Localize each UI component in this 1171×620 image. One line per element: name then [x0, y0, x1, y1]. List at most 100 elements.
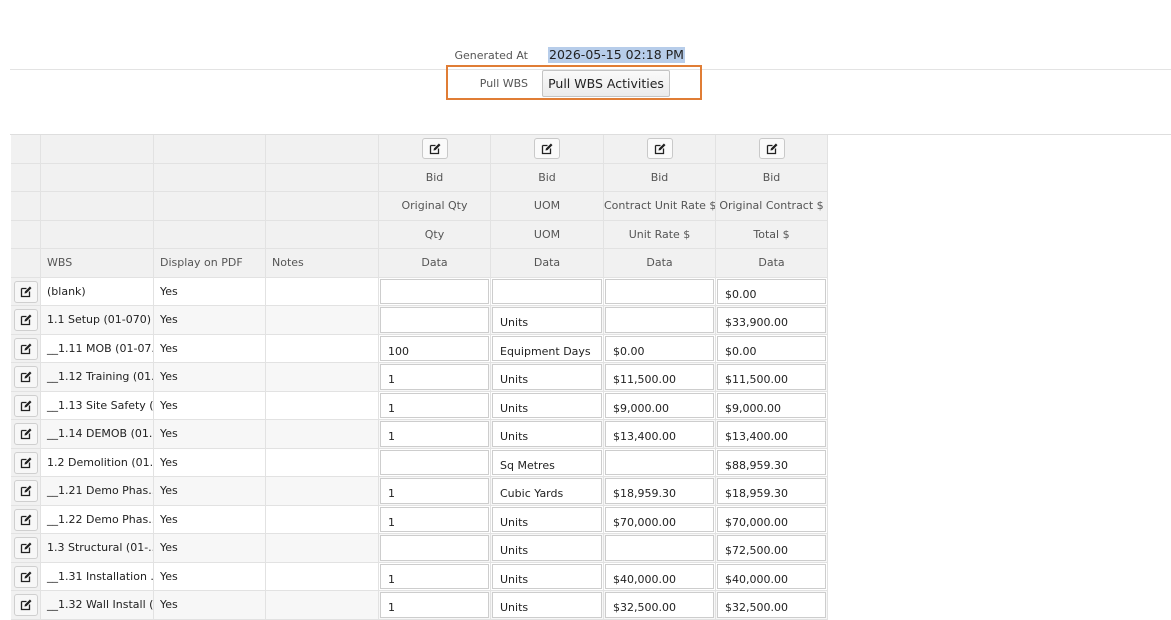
- qty-field[interactable]: 1: [380, 392, 489, 418]
- generated-at-value: 2026-05-15 02:18 PM: [548, 47, 685, 63]
- unit-rate-field[interactable]: $18,959.30: [605, 478, 714, 504]
- total-cell: $0.00: [716, 334, 828, 363]
- notes-cell: [266, 334, 379, 363]
- qty-field[interactable]: [380, 278, 489, 304]
- edit-icon: [541, 143, 553, 154]
- edit-icon: [654, 143, 665, 154]
- row-edit-cell: [11, 477, 41, 506]
- edit-icon: [20, 286, 32, 297]
- edit-column-total-button[interactable]: [758, 138, 785, 159]
- display-on-pdf-cell: Yes: [154, 277, 266, 306]
- total-field[interactable]: $11,500.00: [717, 364, 826, 390]
- qty-field[interactable]: 1: [380, 563, 489, 589]
- edit-row-button[interactable]: [14, 565, 38, 588]
- unit-rate-field[interactable]: $40,000.00: [605, 563, 714, 589]
- uom-field[interactable]: Units: [492, 364, 602, 390]
- qty-field[interactable]: 1: [380, 506, 489, 532]
- unit-rate-field[interactable]: $32,500.00: [605, 592, 714, 618]
- column-header-qty-data[interactable]: Data: [379, 249, 491, 278]
- column-header-rate-data[interactable]: Data: [604, 249, 716, 278]
- column-header-wbs[interactable]: WBS: [41, 249, 154, 278]
- total-field[interactable]: $40,000.00: [717, 563, 826, 589]
- unit-rate-field[interactable]: [605, 535, 714, 561]
- column-header-display-on-pdf[interactable]: Display on PDF: [154, 249, 266, 278]
- total-field[interactable]: $72,500.00: [717, 535, 826, 561]
- edit-row-button[interactable]: [14, 451, 38, 474]
- uom-field[interactable]: Units: [492, 506, 602, 532]
- column-header-notes[interactable]: Notes: [266, 249, 379, 278]
- edit-row-button[interactable]: [14, 423, 38, 445]
- qty-field[interactable]: 1: [380, 364, 489, 390]
- edit-row-button[interactable]: [14, 537, 38, 559]
- edit-row-button[interactable]: [14, 508, 38, 531]
- qty-field[interactable]: 1: [380, 592, 489, 618]
- total-field[interactable]: $18,959.30: [717, 478, 826, 504]
- row-edit-cell: [11, 363, 41, 392]
- uom-field[interactable]: Sq Metres: [492, 449, 602, 475]
- uom-field[interactable]: Units: [492, 592, 602, 618]
- total-field[interactable]: $33,900.00: [717, 307, 826, 333]
- wbs-cell: __1.14 DEMOB (01...: [41, 420, 154, 449]
- uom-field[interactable]: Units: [492, 392, 602, 418]
- header-row-bid: Bid Bid Bid Bid: [11, 163, 828, 192]
- qty-field[interactable]: 1: [380, 478, 489, 504]
- edit-row-button[interactable]: [14, 480, 38, 502]
- table-row: __1.12 Training (01... Yes 1 Units $11,500.0…: [11, 363, 828, 392]
- total-field[interactable]: $32,500.00: [717, 592, 826, 618]
- uom-field[interactable]: Equipment Days: [492, 335, 602, 361]
- header-cell: [491, 135, 604, 164]
- header-row-type: Qty UOM Unit Rate $ Total $: [11, 220, 828, 249]
- row-edit-cell: [11, 448, 41, 477]
- qty-field[interactable]: 1: [380, 421, 489, 447]
- edit-row-button[interactable]: [14, 366, 38, 388]
- uom-cell: Units: [491, 363, 604, 392]
- pull-wbs-activities-button[interactable]: Pull WBS Activities: [542, 70, 670, 97]
- edit-icon: [766, 143, 777, 154]
- total-cell: $33,900.00: [716, 306, 828, 335]
- uom-field[interactable]: Units: [492, 563, 602, 589]
- uom-field[interactable]: Units: [492, 421, 602, 447]
- uom-field[interactable]: Units: [492, 535, 602, 561]
- unit-rate-field[interactable]: $11,500.00: [605, 364, 714, 390]
- edit-row-button[interactable]: [14, 394, 38, 417]
- column-header-total-data[interactable]: Data: [716, 249, 828, 278]
- uom-field[interactable]: Cubic Yards: [492, 478, 602, 504]
- row-edit-cell: [11, 306, 41, 335]
- uom-field[interactable]: Units: [492, 307, 602, 333]
- total-field[interactable]: $0.00: [717, 335, 826, 361]
- edit-column-qty-button[interactable]: [421, 138, 448, 159]
- total-cell: $32,500.00: [716, 591, 828, 620]
- edit-column-uom-button[interactable]: [534, 138, 560, 159]
- unit-rate-field[interactable]: [605, 307, 714, 333]
- qty-field[interactable]: [380, 535, 489, 561]
- notes-cell: [266, 448, 379, 477]
- total-field[interactable]: $9,000.00: [717, 392, 826, 418]
- total-field[interactable]: $88,959.30: [717, 449, 826, 475]
- display-on-pdf-cell: Yes: [154, 505, 266, 534]
- qty-field[interactable]: 100: [380, 335, 489, 361]
- total-field[interactable]: $70,000.00: [717, 506, 826, 532]
- edit-row-button[interactable]: [14, 309, 38, 331]
- qty-field[interactable]: [380, 307, 489, 333]
- uom-field[interactable]: [492, 278, 602, 304]
- total-field[interactable]: $0.00: [717, 278, 826, 304]
- unit-rate-field[interactable]: $13,400.00: [605, 421, 714, 447]
- header-cell: [266, 220, 379, 249]
- header-cell: [41, 192, 154, 221]
- total-field[interactable]: $13,400.00: [717, 421, 826, 447]
- unit-rate-field[interactable]: $70,000.00: [605, 506, 714, 532]
- unit-rate-field[interactable]: [605, 449, 714, 475]
- unit-rate-cell: [604, 306, 716, 335]
- header-cell: [41, 220, 154, 249]
- unit-rate-field[interactable]: $0.00: [605, 335, 714, 361]
- unit-rate-cell: $40,000.00: [604, 562, 716, 591]
- unit-rate-field[interactable]: $9,000.00: [605, 392, 714, 418]
- edit-column-unit-rate-button[interactable]: [646, 138, 673, 159]
- uom-cell: Units: [491, 562, 604, 591]
- column-header-uom-data[interactable]: Data: [491, 249, 604, 278]
- table-row: __1.31 Installation ... Yes 1 Units $40,000.…: [11, 562, 828, 591]
- edit-row-button[interactable]: [14, 337, 38, 360]
- qty-field[interactable]: [380, 449, 489, 475]
- unit-rate-field[interactable]: [605, 278, 714, 304]
- edit-row-button[interactable]: [14, 280, 38, 303]
